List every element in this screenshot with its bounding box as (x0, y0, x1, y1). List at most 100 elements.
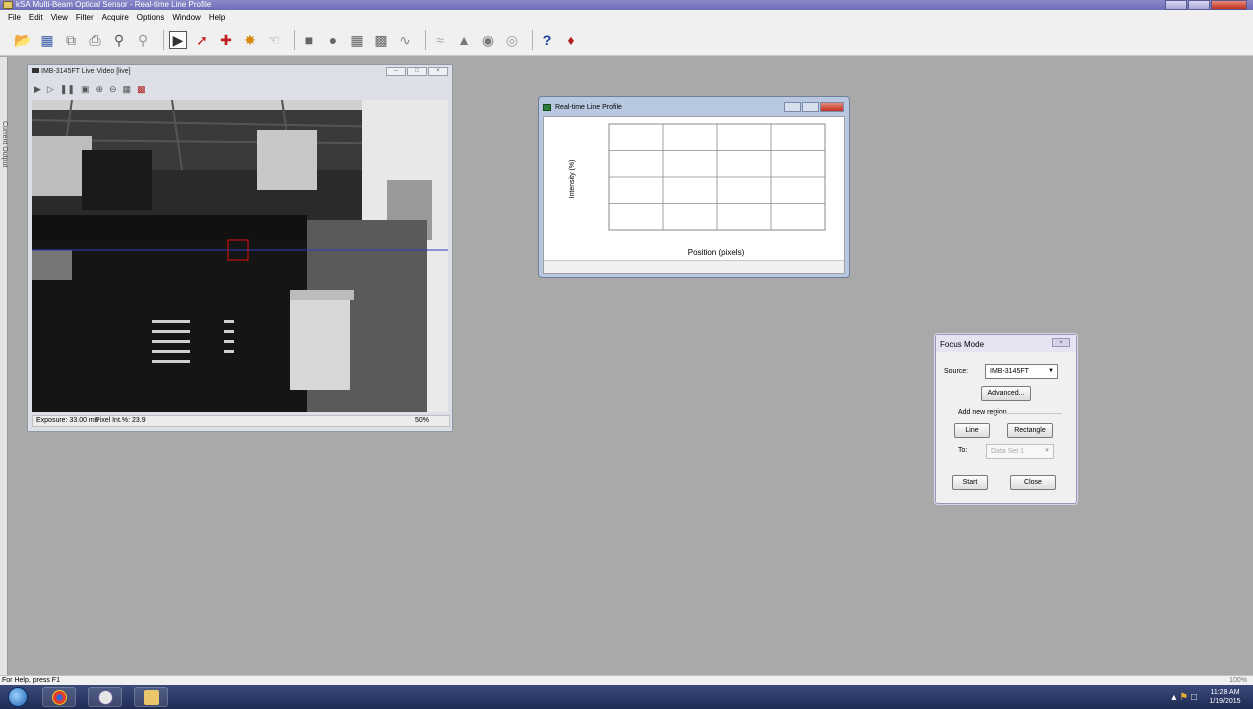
menu-bar: File Edit View Filter Acquire Options Wi… (0, 10, 1253, 24)
menu-filter[interactable]: Filter (76, 13, 94, 22)
taskbar-ksa-button[interactable] (88, 687, 122, 707)
live-video-maximize-button[interactable]: □ (407, 67, 427, 76)
zoom-in-icon[interactable]: ⊕ (95, 84, 103, 95)
chart-x-axis-label: Position (pixels) (688, 248, 745, 257)
menu-view[interactable]: View (51, 13, 68, 22)
profile-window-icon (543, 104, 551, 111)
live-video-close-button[interactable]: × (428, 67, 448, 76)
menu-help[interactable]: Help (209, 13, 225, 22)
profile-status-bar (544, 260, 844, 273)
taskbar-explorer-button[interactable] (134, 687, 168, 707)
profile-window-controls (783, 102, 844, 112)
tray-date: 1/19/2015 (1209, 698, 1241, 705)
folder-icon (144, 690, 159, 705)
line-profile-chart-area: Intensity (%) Position (pixels) (543, 116, 845, 274)
record-icon[interactable]: ▣ (81, 84, 90, 95)
taskbar-chrome-button[interactable] (42, 687, 76, 707)
live-video-window-controls: – □ × (385, 67, 448, 76)
copy-icon[interactable]: ⧉ (62, 31, 80, 49)
zoom-in-icon[interactable]: ⚲ (110, 31, 128, 49)
tray-time: 11:28 AM (1210, 689, 1240, 696)
about-icon[interactable]: ♦ (562, 31, 580, 49)
current-output-tab[interactable]: Current Output (0, 57, 8, 675)
windows-taskbar: ▴ ⚑ □ 11:28 AM 1/19/2015 (0, 685, 1253, 709)
live-video-title: IMB-3145FT Live Video [live] (41, 68, 131, 75)
pause-icon[interactable]: ❚❚ (60, 84, 75, 95)
target-icon[interactable]: ✸ (241, 31, 259, 49)
profile-minimize-button[interactable] (784, 102, 801, 112)
play-icon[interactable]: ▶ (34, 84, 41, 95)
print-icon[interactable]: ⎙ (86, 31, 104, 49)
zoom-out-icon[interactable]: ⚲ (134, 31, 152, 49)
chrome-icon (52, 690, 67, 705)
source-select[interactable]: IMB-3145FT ▼ (985, 364, 1058, 379)
menu-window[interactable]: Window (172, 13, 200, 22)
tray-expand-icon[interactable]: ▴ (1171, 692, 1176, 703)
toolbar-separator (532, 29, 533, 50)
to-label: To: (958, 447, 968, 454)
laser-icon[interactable]: ➚ (193, 31, 211, 49)
square-icon[interactable]: ■ (300, 31, 318, 49)
step-icon[interactable]: ▷ (47, 84, 54, 95)
live-video-icon[interactable]: ▶ (169, 30, 187, 49)
live-video-image[interactable] (32, 100, 448, 412)
menu-options[interactable]: Options (137, 13, 165, 22)
circle-icon[interactable]: ● (324, 31, 342, 49)
grid-icon[interactable]: ▦ (348, 31, 366, 49)
focus-mode-titlebar: Focus Mode × (936, 335, 1076, 352)
camera-icon[interactable]: ▲ (455, 31, 473, 49)
flag-icon[interactable]: ⚑ (1179, 692, 1188, 703)
save-icon[interactable]: ▦ (38, 31, 56, 49)
live-video-titlebar: IMB-3145FT Live Video [live] (32, 68, 131, 75)
minimize-button[interactable] (1165, 0, 1187, 10)
chevron-down-icon: ▼ (1048, 368, 1054, 374)
maximize-button[interactable] (1188, 0, 1210, 10)
current-output-label: Current Output (1, 121, 8, 168)
rectangle-button[interactable]: Rectangle (1007, 423, 1053, 438)
source-select-value: IMB-3145FT (990, 368, 1029, 375)
group-divider (994, 413, 1062, 414)
color-map-icon[interactable]: ▩ (137, 84, 146, 95)
focus-mode-dialog[interactable]: Focus Mode × Source: IMB-3145FT ▼ Advanc… (935, 334, 1077, 504)
to-select[interactable]: Data Set 1 ▼ (986, 444, 1054, 459)
ksa-app-icon (98, 690, 113, 705)
line-profile-title: Real-time Line Profile (555, 104, 622, 111)
stage-icon[interactable]: ≈ (431, 31, 449, 49)
alignment-icon[interactable]: ✚ (217, 31, 235, 49)
help-icon[interactable]: ? (538, 31, 556, 49)
profile-maximize-button[interactable] (802, 102, 819, 112)
pointer-icon[interactable]: ☜ (265, 31, 283, 49)
pixel-intensity-readout: Pixel Int.%: 23.9 (95, 417, 146, 424)
wave-icon[interactable]: ∿ (396, 31, 414, 49)
profile-close-button[interactable] (820, 102, 844, 112)
menu-file[interactable]: File (8, 13, 21, 22)
camera-frame (32, 100, 448, 412)
toolbar-separator (425, 29, 426, 50)
chart-y-axis-label: Intensity (%) (569, 160, 576, 199)
camera-icon (32, 68, 39, 73)
scan-icon[interactable]: ◎ (503, 31, 521, 49)
menu-acquire[interactable]: Acquire (102, 13, 129, 22)
line-profile-window[interactable]: Real-time Line Profile Intensity (%) Pos… (538, 96, 850, 278)
zoom-out-icon[interactable]: ⊖ (109, 84, 117, 95)
live-video-window[interactable]: IMB-3145FT Live Video [live] – □ × ▶ ▷ ❚… (27, 64, 453, 432)
open-folder-icon[interactable]: 📂 (14, 31, 32, 49)
video-zoom-readout: 50% (414, 417, 429, 424)
start-button[interactable]: Start (952, 475, 988, 490)
focus-mode-close-icon[interactable]: × (1052, 338, 1070, 347)
line-button[interactable]: Line (954, 423, 990, 438)
start-button[interactable] (8, 687, 28, 707)
advanced-button[interactable]: Advanced... (981, 386, 1031, 401)
live-video-minimize-button[interactable]: – (386, 67, 406, 76)
main-toolbar: 📂 ▦ ⧉ ⎙ ⚲ ⚲ ▶ ➚ ✚ ✸ ☜ ■ ● ▦ ▩ ∿ ≈ ▲ ◉ ◎ … (0, 24, 1253, 56)
close-dialog-button[interactable]: Close (1010, 475, 1056, 490)
snapshot-icon[interactable]: ▦ (123, 84, 132, 95)
tray-clock[interactable]: 11:28 AM 1/19/2015 (1205, 688, 1245, 706)
pattern-icon[interactable]: ▩ (372, 31, 390, 49)
focus-icon[interactable]: ◉ (479, 31, 497, 49)
app-title: kSA Multi-Beam Optical Sensor - Real-tim… (16, 0, 212, 9)
source-label: Source: (944, 368, 969, 375)
close-button[interactable] (1211, 0, 1247, 10)
network-icon[interactable]: □ (1191, 692, 1197, 703)
menu-edit[interactable]: Edit (29, 13, 43, 22)
